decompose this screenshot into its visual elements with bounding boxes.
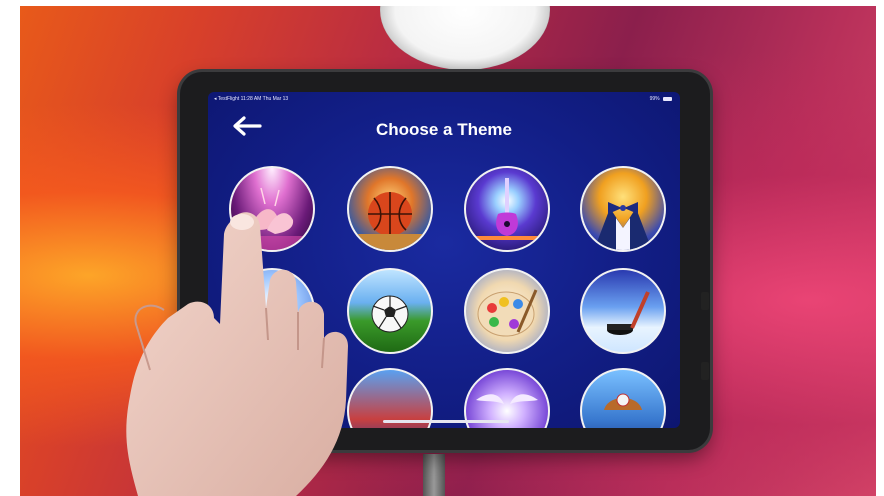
theme-item-11[interactable] xyxy=(464,368,550,428)
status-left-text: ◂ TestFlight 11:28 AM Thu Mar 13 xyxy=(214,96,289,102)
hockey-puck-icon xyxy=(607,291,650,335)
theme-item-12[interactable] xyxy=(580,368,666,428)
battery-indicator: 99% xyxy=(650,96,672,102)
page-title: Choose a Theme xyxy=(375,120,513,139)
ring-light xyxy=(380,6,550,70)
battery-icon xyxy=(663,96,672,101)
baseball-glove-icon xyxy=(604,393,642,410)
theme-formal[interactable] xyxy=(580,166,666,252)
theme-hockey[interactable] xyxy=(580,268,666,354)
theme-art[interactable] xyxy=(464,268,550,354)
theme-music[interactable] xyxy=(464,166,550,252)
paint-palette-icon xyxy=(477,289,538,337)
status-bar: ◂ TestFlight 11:28 AM Thu Mar 13 99% xyxy=(208,96,680,106)
battery-percent: 99% xyxy=(649,96,660,102)
tablet-side-button xyxy=(701,292,709,310)
tuxedo-bowtie-icon xyxy=(594,202,652,250)
home-indicator xyxy=(383,420,509,423)
stand-pole xyxy=(423,454,445,496)
tablet-side-button xyxy=(701,362,709,380)
hand-pointer-icon xyxy=(126,212,348,496)
electric-guitar-icon xyxy=(476,178,538,240)
